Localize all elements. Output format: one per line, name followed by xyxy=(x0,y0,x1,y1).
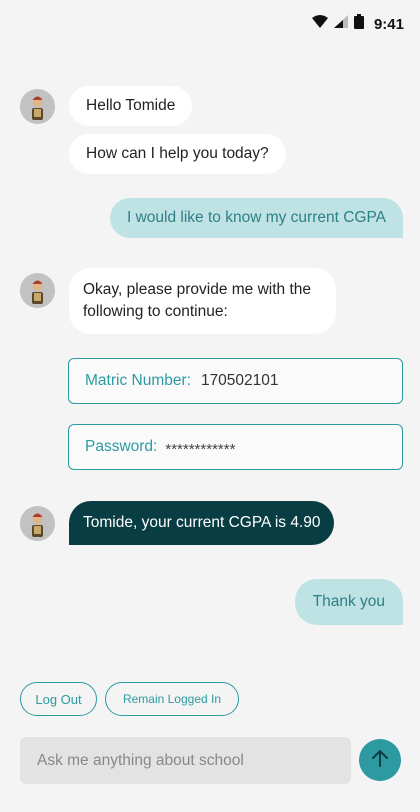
password-field[interactable]: Password: ************ xyxy=(68,424,403,470)
matric-number-field[interactable]: Matric Number: 170502101 xyxy=(68,358,403,404)
send-button[interactable] xyxy=(359,739,401,781)
message-user-thanks: Thank you xyxy=(294,579,403,625)
message-user-request: I would like to know my current CGPA xyxy=(110,198,403,238)
matric-number-value: 170502101 xyxy=(200,372,279,389)
status-bar: 9:41 xyxy=(0,0,420,48)
logout-button[interactable]: Log Out xyxy=(20,682,97,716)
message-bot-greeting: Hello Tomide xyxy=(69,86,193,126)
matric-number-label: Matric Number: xyxy=(85,372,191,389)
message-input[interactable]: Ask me anything about school xyxy=(20,737,351,784)
battery-icon xyxy=(353,14,364,34)
bot-avatar xyxy=(20,506,55,541)
arrow-up-icon xyxy=(370,748,390,773)
status-time: 9:41 xyxy=(373,15,404,33)
password-value: ************ xyxy=(165,440,236,458)
message-bot-result: Tomide, your current CGPA is 4.90 xyxy=(69,501,335,545)
bot-avatar xyxy=(20,273,55,308)
password-label: Password: xyxy=(85,438,158,455)
bot-avatar xyxy=(20,89,55,124)
cellular-signal-icon xyxy=(333,15,348,33)
remain-logged-in-button[interactable]: Remain Logged In xyxy=(105,682,239,716)
message-bot-prompt: Okay, please provide me with the followi… xyxy=(69,268,336,334)
message-bot-help: How can I help you today? xyxy=(69,134,286,174)
wifi-icon xyxy=(311,15,328,33)
